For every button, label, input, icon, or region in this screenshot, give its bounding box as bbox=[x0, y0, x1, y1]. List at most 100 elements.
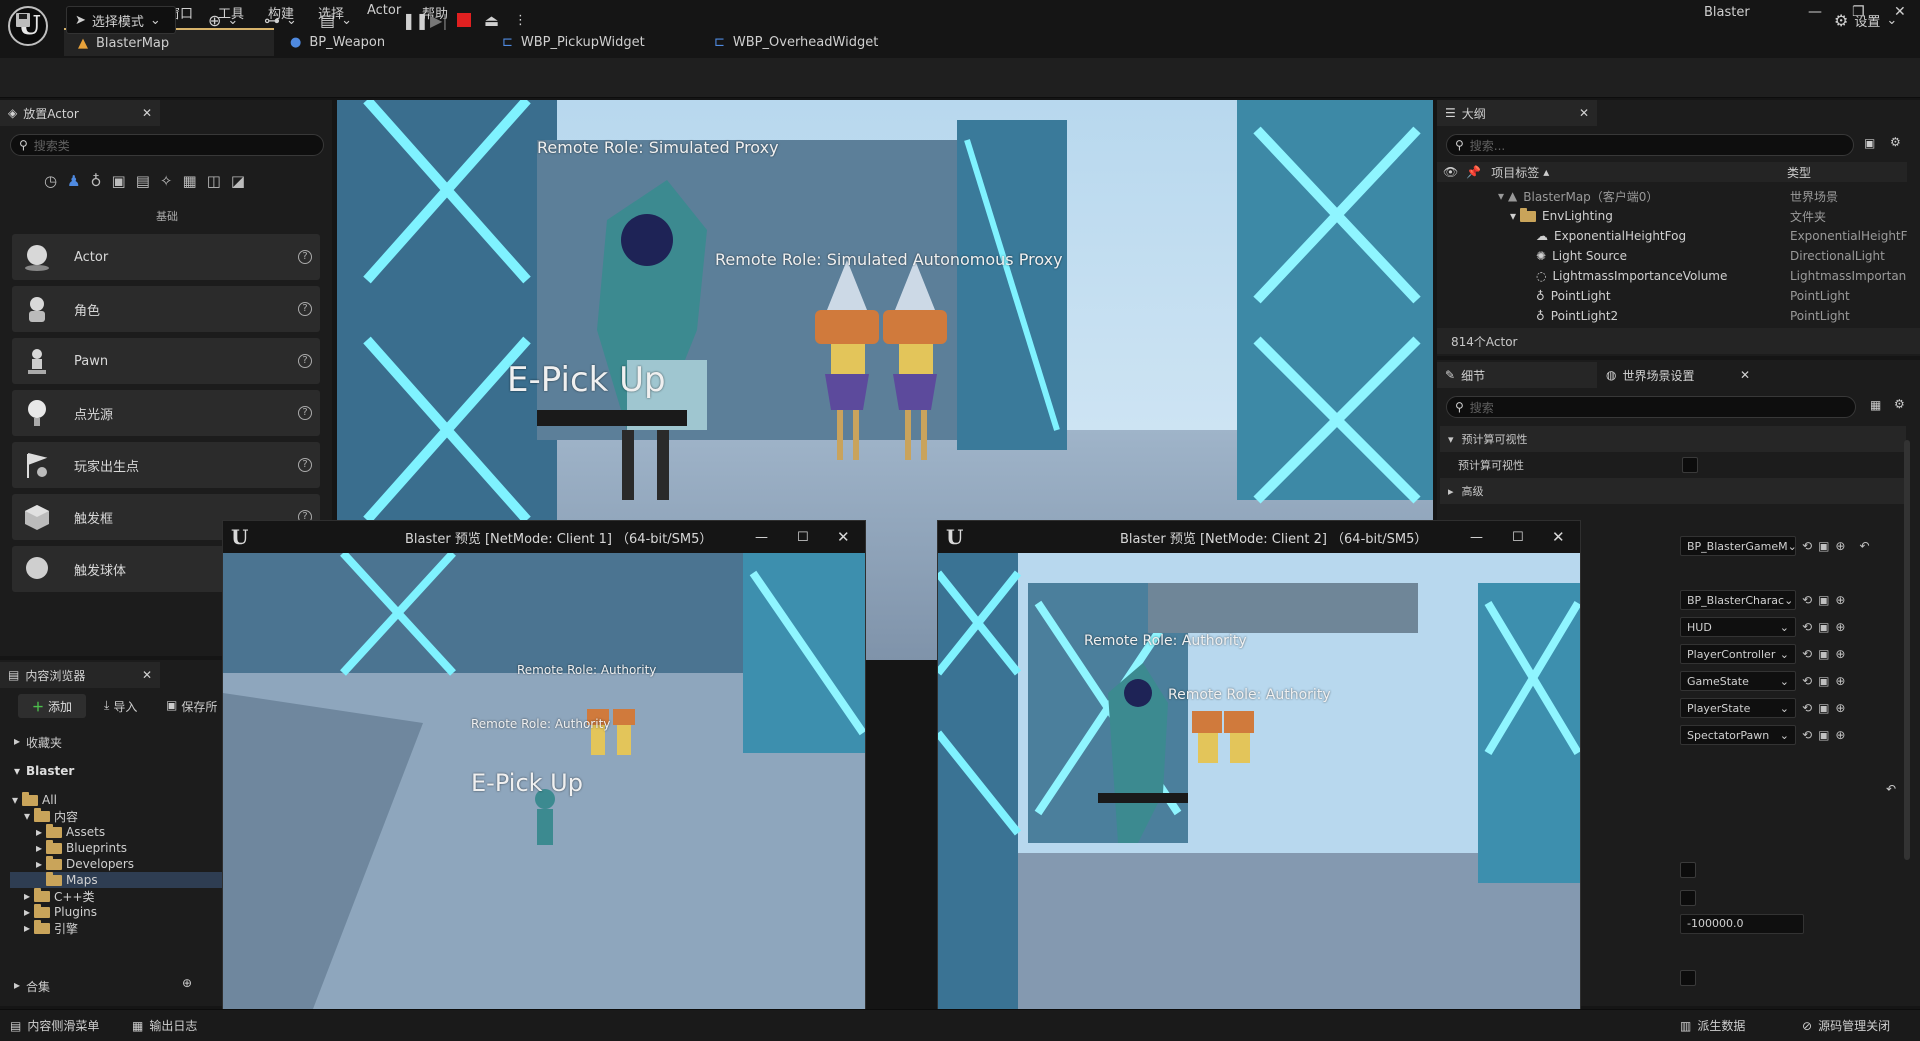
table-view-icon[interactable]: ▦ bbox=[1870, 398, 1881, 412]
help-icon[interactable]: ? bbox=[298, 250, 312, 264]
save-icon[interactable] bbox=[14, 6, 32, 34]
stop-button[interactable] bbox=[457, 6, 471, 34]
menu-actor[interactable]: Actor bbox=[367, 3, 401, 18]
content-browser-tab[interactable]: ▤ 内容浏览器 ✕ bbox=[0, 662, 160, 688]
add-icon[interactable]: ⊕ bbox=[1835, 728, 1845, 742]
tree-item-blueprints[interactable]: ▸ Blueprints bbox=[36, 839, 127, 856]
cinematics-button[interactable]: ▤ ⌄ bbox=[320, 6, 352, 34]
place-item-actor[interactable]: Actor? bbox=[12, 234, 320, 280]
outliner-row[interactable]: ☁ ExponentialHeightFog ExponentialHeightF bbox=[1440, 226, 1908, 246]
maximize-icon[interactable]: ☐ bbox=[797, 530, 809, 545]
reset-icon[interactable]: ↶ bbox=[1886, 782, 1896, 796]
client1-titlebar[interactable]: U Blaster 预览 [NetMode: Client 1] （64-bit… bbox=[223, 521, 865, 553]
browse-back-icon[interactable]: ⟲ bbox=[1802, 728, 1812, 742]
section-precomputed-visibility[interactable]: ▾ 预计算可视性 bbox=[1440, 426, 1906, 452]
tree-item-content[interactable]: ▾ 内容 bbox=[24, 807, 78, 824]
spectator-pawn-dropdown[interactable]: SpectatorPawn ⌄ bbox=[1680, 725, 1796, 745]
player-state-dropdown[interactable]: PlayerState ⌄ bbox=[1680, 698, 1796, 718]
client1-window[interactable]: U Blaster 预览 [NetMode: Client 1] （64-bit… bbox=[222, 520, 866, 1034]
gamemode-dropdown[interactable]: BP_BlasterGameM ⌄ bbox=[1680, 536, 1797, 556]
visual-effects-icon[interactable]: ✧ bbox=[160, 172, 173, 190]
kill-z-input[interactable]: -100000.0 bbox=[1680, 914, 1804, 934]
details-scrollbar[interactable] bbox=[1904, 440, 1910, 860]
all-classes-icon[interactable]: ◫ bbox=[207, 172, 221, 190]
client2-viewport[interactable]: Remote Role: Authority Remote Role: Auth… bbox=[938, 553, 1580, 1033]
add-button[interactable]: ＋ 添加 bbox=[18, 694, 86, 718]
tree-item-developers[interactable]: ▸ Developers bbox=[36, 855, 134, 872]
browse-folder-icon[interactable]: ▣ bbox=[1818, 728, 1829, 742]
pause-button[interactable]: ❚❚ bbox=[402, 6, 429, 34]
outliner-row[interactable]: ◌ LightmassImportanceVolume LightmassImpor… bbox=[1440, 266, 1906, 286]
outliner-row[interactable]: ▾ ▲ BlasterMap（客户端0） 世界场景 bbox=[1440, 186, 1906, 206]
details-search[interactable]: ⚲ 搜索 bbox=[1446, 396, 1856, 418]
browse-folder-icon[interactable]: ▣ bbox=[1818, 674, 1829, 688]
close-icon[interactable]: ✕ bbox=[837, 528, 850, 546]
client2-window[interactable]: U Blaster 预览 [NetMode: Client 2] （64-bit… bbox=[937, 520, 1581, 1034]
tree-item-cpp-classes[interactable]: ▸ C++类 bbox=[24, 887, 95, 904]
place-item-point-light[interactable]: 点光源? bbox=[12, 390, 320, 436]
minimize-icon[interactable]: — bbox=[755, 530, 768, 545]
outliner-row[interactable]: ♁ PointLight2 PointLight bbox=[1440, 306, 1906, 326]
add-icon[interactable]: ⊕ bbox=[1835, 647, 1845, 661]
details-tab[interactable]: ✎ 细节 bbox=[1437, 362, 1597, 388]
outliner-tab[interactable]: ☰ 大纲 ✕ bbox=[1437, 100, 1597, 126]
add-folder-icon[interactable]: ▣ bbox=[1864, 136, 1875, 150]
place-item-character[interactable]: 角色? bbox=[12, 286, 320, 332]
world-settings-tab[interactable]: ◍ 世界场景设置 ✕ bbox=[1598, 362, 1758, 388]
tab-wbp-overheadwidget[interactable]: ⊏ WBP_OverheadWidget bbox=[700, 28, 920, 56]
close-icon[interactable]: ✕ bbox=[1552, 528, 1565, 546]
add-icon[interactable]: ⊕ bbox=[1835, 701, 1845, 715]
output-log-button[interactable]: ▦ 输出日志 bbox=[132, 1017, 197, 1034]
browse-folder-icon[interactable]: ▣ bbox=[1818, 593, 1829, 607]
visibility-eye-icon[interactable]: 👁 bbox=[1443, 165, 1458, 179]
outliner-row[interactable]: ✺ Light Source DirectionalLight bbox=[1440, 246, 1906, 266]
browse-folder-icon[interactable]: ▣ bbox=[1818, 539, 1829, 553]
pin-icon[interactable]: 📌 bbox=[1466, 165, 1481, 179]
derived-data-button[interactable]: ▥ 派生数据 bbox=[1680, 1017, 1745, 1034]
gear-icon[interactable]: ⚙ bbox=[1890, 135, 1901, 149]
tree-item-all[interactable]: ▾ All bbox=[12, 791, 57, 808]
tree-item-maps[interactable]: Maps bbox=[46, 871, 98, 888]
tree-item-engine[interactable]: ▸ 引擎 bbox=[24, 919, 78, 936]
setting-checkbox[interactable] bbox=[1680, 970, 1696, 986]
reset-icon[interactable]: ↶ bbox=[1859, 539, 1869, 553]
outliner-search[interactable]: ⚲ 搜索... bbox=[1446, 134, 1854, 156]
basic-icon[interactable]: ♟ bbox=[67, 172, 80, 190]
frame-skip-button[interactable]: ▶| bbox=[430, 6, 448, 34]
tree-item-plugins[interactable]: ▸ Plugins bbox=[24, 903, 97, 920]
eject-button[interactable]: ⏏ bbox=[484, 6, 499, 34]
recent-icon[interactable]: ◷ bbox=[44, 172, 57, 190]
place-actors-search[interactable]: ⚲ 搜索类 bbox=[10, 134, 324, 156]
help-icon[interactable]: ? bbox=[298, 406, 312, 420]
game-state-dropdown[interactable]: GameState ⌄ bbox=[1680, 671, 1796, 691]
browse-folder-icon[interactable]: ▣ bbox=[1818, 647, 1829, 661]
place-item-pawn[interactable]: Pawn? bbox=[12, 338, 320, 384]
close-tab-icon[interactable]: ✕ bbox=[1579, 106, 1589, 120]
collections-section[interactable]: ▸ 合集 bbox=[14, 978, 50, 995]
browse-back-icon[interactable]: ⟲ bbox=[1802, 539, 1812, 553]
setting-checkbox[interactable] bbox=[1680, 890, 1696, 906]
gear-icon[interactable]: ⚙ bbox=[1894, 397, 1905, 411]
help-icon[interactable]: ? bbox=[298, 458, 312, 472]
browse-back-icon[interactable]: ⟲ bbox=[1802, 647, 1812, 661]
play-options-button[interactable]: ⋮ bbox=[514, 6, 527, 34]
browse-back-icon[interactable]: ⟲ bbox=[1802, 701, 1812, 715]
add-content-button[interactable]: ⊕ ⌄ bbox=[208, 6, 238, 34]
add-icon[interactable]: ⊕ bbox=[1835, 593, 1845, 607]
setting-checkbox[interactable] bbox=[1680, 862, 1696, 878]
lights-icon[interactable]: ♁ bbox=[91, 172, 102, 190]
source-control-button[interactable]: ⊘ 源码管理关闭 bbox=[1802, 1017, 1890, 1034]
browse-folder-icon[interactable]: ▣ bbox=[1818, 620, 1829, 634]
outliner-row[interactable]: ♁ PointLight PointLight bbox=[1440, 286, 1906, 306]
browse-back-icon[interactable]: ⟲ bbox=[1802, 593, 1812, 607]
content-drawer-button[interactable]: ▤ 内容侧滑菜单 bbox=[10, 1017, 99, 1034]
tab-bp-weapon[interactable]: ● BP_Weapon bbox=[276, 28, 486, 56]
close-tab-icon[interactable]: ✕ bbox=[142, 106, 152, 120]
outliner-row[interactable]: ▾ EnvLighting 文件夹 bbox=[1440, 206, 1906, 226]
browse-back-icon[interactable]: ⟲ bbox=[1802, 620, 1812, 634]
save-all-button[interactable]: ▣ 保存所 bbox=[166, 698, 217, 715]
favorites-section[interactable]: ▸ 收藏夹 bbox=[14, 734, 62, 751]
add-icon[interactable]: ⊕ bbox=[1835, 620, 1845, 634]
blueprints-button[interactable]: ⊶ ⌄ bbox=[264, 6, 297, 34]
place-actors-tab[interactable]: ◈ 放置Actor ✕ bbox=[0, 100, 160, 126]
